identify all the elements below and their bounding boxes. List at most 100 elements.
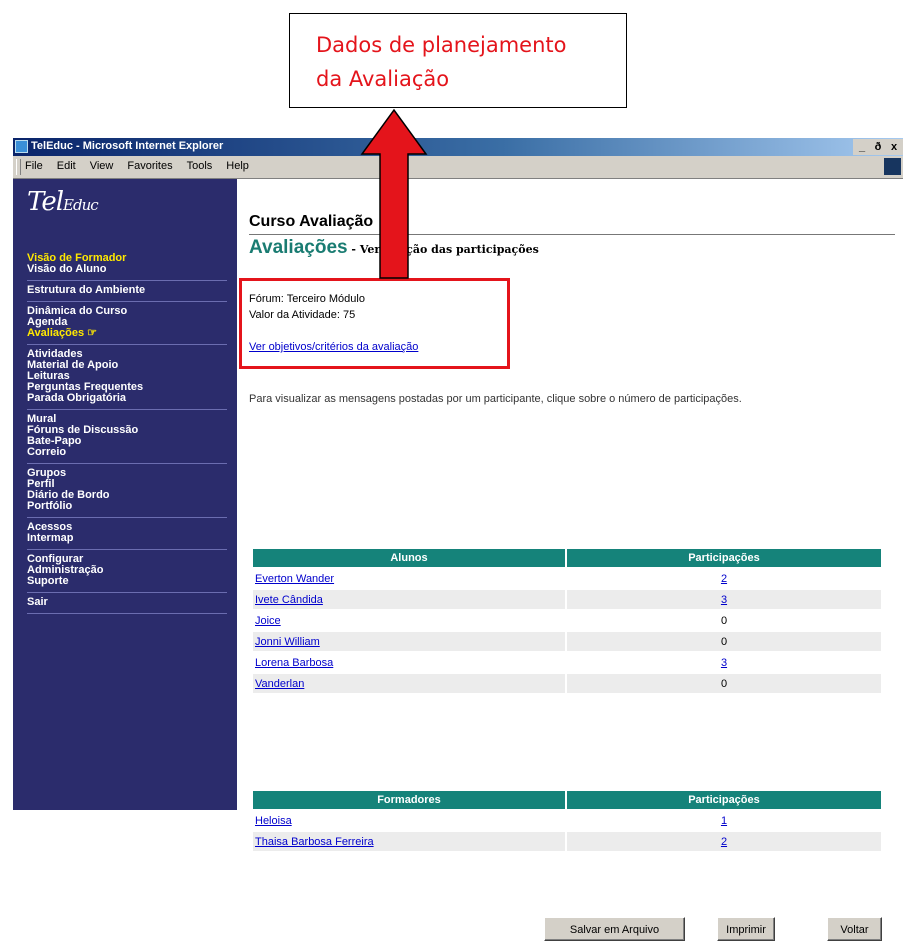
table-row: Lorena Barbosa 3 [253, 653, 881, 672]
table-row: Joice 0 [253, 611, 881, 630]
table-row: Everton Wander 2 [253, 569, 881, 588]
participation-count: 0 [720, 614, 728, 627]
sidebar-item[interactable]: Estrutura do Ambiente [27, 285, 227, 296]
participation-count-link[interactable]: 2 [721, 836, 727, 848]
teleduc-logo: TelEduc [27, 187, 99, 217]
students-table: Alunos Participações Everton Wander 2 Ivet… [251, 547, 883, 695]
participant-name-link[interactable]: Lorena Barbosa [255, 657, 333, 669]
sidebar-group: Configurar Administração Suporte [27, 550, 227, 593]
menu-view[interactable]: View [90, 160, 114, 172]
main-content: Curso Avaliação Avaliações - Verificação… [237, 179, 903, 941]
participations-header: Participações [567, 791, 881, 809]
participant-name-cell: Everton Wander [253, 569, 565, 588]
window-title: TelEduc - Microsoft Internet Explorer [31, 140, 224, 152]
trainers-header: Formadores [253, 791, 565, 809]
sidebar-item[interactable]: Intermap [27, 533, 227, 544]
participations-header: Participações [567, 549, 881, 567]
sidebar-group: Visão de Formador Visão do Aluno [27, 249, 227, 281]
windows-logo-icon [884, 158, 901, 175]
participation-count-cell: 0 [567, 611, 881, 630]
participant-name-cell: Thaisa Barbosa Ferreira [253, 832, 565, 851]
participation-count: 0 [720, 635, 728, 648]
participant-name-cell: Joice [253, 611, 565, 630]
minimize-icon[interactable]: _ [855, 139, 869, 155]
participant-name-link[interactable]: Vanderlan [255, 678, 304, 690]
instructions-text: Para visualizar as mensagens postadas po… [249, 393, 742, 405]
participation-count-link[interactable]: 3 [721, 657, 727, 669]
table-row: Jonni William 0 [253, 632, 881, 651]
annotation-text: Dados de planejamento da Avaliação [316, 28, 567, 96]
browser-window: TelEduc - Microsoft Internet Explorer _ … [13, 138, 903, 941]
annotation-line-1: Dados de planejamento [316, 33, 567, 57]
sidebar-item[interactable]: Grupos [27, 468, 227, 479]
page-title: Avaliações - Verificação das participaçõ… [249, 237, 539, 259]
participation-count-link[interactable]: 1 [721, 815, 727, 827]
sidebar-item[interactable]: Portfólio [27, 501, 227, 512]
participation-count-link[interactable]: 2 [721, 573, 727, 585]
sidebar-group: Sair [27, 593, 227, 614]
menu-edit[interactable]: Edit [57, 160, 76, 172]
annotation-highlight-box [239, 278, 510, 369]
back-button[interactable]: Voltar [827, 917, 882, 941]
print-button[interactable]: Imprimir [717, 917, 775, 941]
sidebar-item[interactable]: Sair [27, 597, 227, 608]
participation-count-cell: 2 [567, 832, 881, 851]
sidebar-item[interactable]: Avaliações ☞ [27, 328, 227, 339]
participant-name-cell: Jonni William [253, 632, 565, 651]
participation-count-link[interactable]: 3 [721, 594, 727, 606]
sidebar-item[interactable]: Correio [27, 447, 227, 458]
trainers-table: Formadores Participações Heloisa 1 Thaisa … [251, 789, 883, 853]
participant-name-cell: Heloisa [253, 811, 565, 830]
participation-count: 0 [720, 677, 728, 690]
annotation-callout: Dados de planejamento da Avaliação [289, 13, 627, 108]
participation-count-cell: 3 [567, 590, 881, 609]
sidebar-group: Mural Fóruns de Discussão Bate-Papo Correio [27, 410, 227, 464]
section-title: Avaliações [249, 237, 348, 258]
annotation-line-2: da Avaliação [316, 67, 450, 91]
participant-name-link[interactable]: Ivete Cândida [255, 594, 323, 606]
window-controls: _ ð x [853, 139, 903, 155]
maximize-icon[interactable]: ð [871, 139, 885, 155]
title-divider [249, 234, 895, 235]
toolbar-grip[interactable] [16, 159, 21, 175]
table-row: Thaisa Barbosa Ferreira 2 [253, 832, 881, 851]
sidebar: TelEduc Visão de Formador Visão do Aluno E… [13, 179, 237, 810]
participation-count-cell: 1 [567, 811, 881, 830]
sidebar-group: Dinâmica do Curso Agenda Avaliações ☞ [27, 302, 227, 345]
save-to-file-button[interactable]: Salvar em Arquivo [544, 917, 685, 941]
participation-count-cell: 3 [567, 653, 881, 672]
participant-name-cell: Ivete Cândida [253, 590, 565, 609]
participant-name-cell: Lorena Barbosa [253, 653, 565, 672]
menu-help[interactable]: Help [226, 160, 249, 172]
table-row: Vanderlan 0 [253, 674, 881, 693]
sidebar-nav: Visão de Formador Visão do Aluno Estrutura… [27, 249, 227, 614]
menu-bar: File Edit View Favorites Tools Help [13, 156, 903, 179]
participation-count-cell: 2 [567, 569, 881, 588]
sidebar-item[interactable]: Visão do Aluno [27, 264, 227, 275]
menu-favorites[interactable]: Favorites [127, 160, 172, 172]
section-subtitle: - Verificação das participações [347, 243, 539, 256]
sidebar-group: Grupos Perfil Diário de Bordo Portfólio [27, 464, 227, 518]
course-title: Curso Avaliação [249, 213, 374, 230]
participant-name-link[interactable]: Thaisa Barbosa Ferreira [255, 836, 374, 848]
menu-tools[interactable]: Tools [187, 160, 213, 172]
sidebar-item[interactable]: Parada Obrigatória [27, 393, 227, 404]
ie-icon [15, 140, 28, 153]
close-icon[interactable]: x [887, 139, 901, 155]
logo-sub: Educ [63, 196, 99, 214]
students-header: Alunos [253, 549, 565, 567]
table-row: Heloisa 1 [253, 811, 881, 830]
sidebar-item[interactable]: Suporte [27, 576, 227, 587]
participant-name-link[interactable]: Joice [255, 615, 281, 627]
table-row: Ivete Cândida 3 [253, 590, 881, 609]
participant-name-link[interactable]: Jonni William [255, 636, 320, 648]
sidebar-group: Estrutura do Ambiente [27, 281, 227, 302]
participation-count-cell: 0 [567, 632, 881, 651]
participation-count-cell: 0 [567, 674, 881, 693]
title-bar: TelEduc - Microsoft Internet Explorer _ … [13, 138, 903, 156]
logo-main: Tel [27, 187, 64, 217]
menu-file[interactable]: File [25, 160, 43, 172]
sidebar-group: Atividades Material de Apoio Leituras Pergu… [27, 345, 227, 410]
participant-name-link[interactable]: Heloisa [255, 815, 292, 827]
participant-name-link[interactable]: Everton Wander [255, 573, 334, 585]
